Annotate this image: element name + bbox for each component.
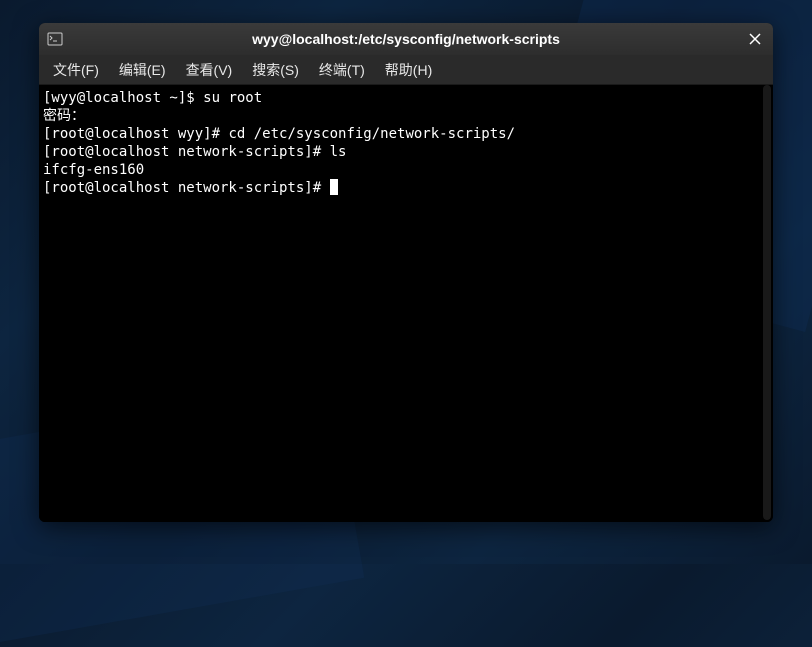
terminal-line: [root@localhost wyy]# cd /etc/sysconfig/…	[43, 125, 769, 143]
command: ls	[330, 144, 347, 160]
terminal-line: 密码：	[43, 107, 769, 125]
terminal-line: [wyy@localhost ~]$ su root	[43, 89, 769, 107]
command: su root	[203, 90, 262, 106]
terminal-line: [root@localhost network-scripts]#	[43, 179, 769, 197]
command: cd /etc/sysconfig/network-scripts/	[228, 126, 515, 142]
scrollbar[interactable]	[763, 85, 771, 520]
menu-file[interactable]: 文件(F)	[43, 56, 109, 84]
terminal-output: ifcfg-ens160	[43, 161, 769, 179]
titlebar[interactable]: wyy@localhost:/etc/sysconfig/network-scr…	[39, 23, 773, 55]
terminal-line: [root@localhost network-scripts]# ls	[43, 143, 769, 161]
prompt: [root@localhost network-scripts]#	[43, 180, 330, 196]
menu-help[interactable]: 帮助(H)	[375, 56, 442, 84]
terminal-window: wyy@localhost:/etc/sysconfig/network-scr…	[39, 23, 773, 522]
cursor	[330, 179, 338, 195]
menu-edit[interactable]: 编辑(E)	[109, 56, 176, 84]
terminal-icon	[47, 31, 63, 47]
close-button[interactable]	[745, 29, 765, 49]
menu-search[interactable]: 搜索(S)	[242, 56, 309, 84]
menubar: 文件(F) 编辑(E) 查看(V) 搜索(S) 终端(T) 帮助(H)	[39, 55, 773, 85]
menu-view[interactable]: 查看(V)	[176, 56, 243, 84]
prompt: [root@localhost network-scripts]#	[43, 144, 330, 160]
terminal-body[interactable]: [wyy@localhost ~]$ su root 密码： [root@loc…	[39, 85, 773, 522]
prompt: [root@localhost wyy]#	[43, 126, 228, 142]
menu-terminal[interactable]: 终端(T)	[309, 56, 375, 84]
window-title: wyy@localhost:/etc/sysconfig/network-scr…	[39, 31, 773, 47]
prompt: [wyy@localhost ~]$	[43, 90, 203, 106]
